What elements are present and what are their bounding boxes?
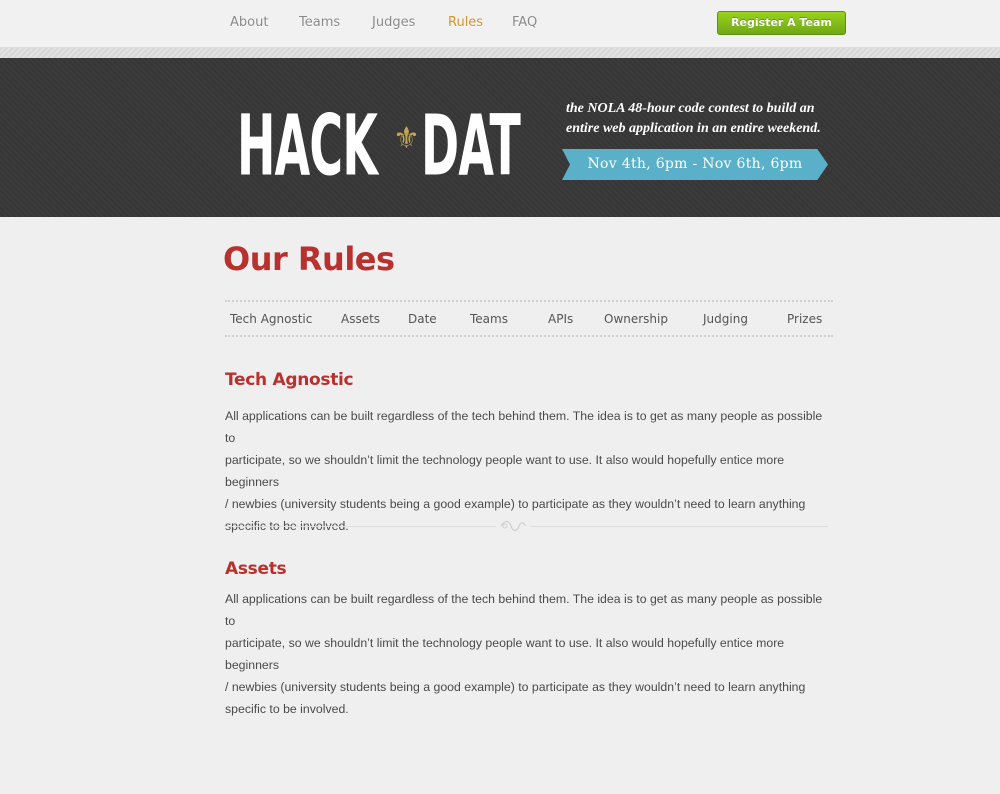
rules-tab-teams[interactable]: Teams — [470, 312, 508, 326]
top-navigation: About Teams Judges Rules FAQ Register A … — [0, 0, 1000, 48]
section-body-assets: All applications can be built regardless… — [225, 588, 835, 720]
section-heading-tech-agnostic: Tech Agnostic — [225, 370, 354, 390]
nav-link-judges[interactable]: Judges — [372, 15, 415, 30]
rules-tab-apis[interactable]: APIs — [548, 312, 573, 326]
section-divider-left — [224, 526, 496, 527]
nav-link-about[interactable]: About — [230, 15, 268, 30]
logo-dat-text: DAT — [421, 96, 521, 195]
page-title: Our Rules — [223, 240, 395, 278]
fleur-de-lis-icon: ⚜ — [393, 122, 420, 155]
body-line: participate, so we shouldn’t limit the t… — [225, 636, 785, 672]
nav-link-rules[interactable]: Rules — [448, 15, 483, 30]
event-dates-ribbon: Nov 4th, 6pm - Nov 6th, 6pm — [562, 149, 828, 180]
body-line: / newbies (university students being a g… — [225, 497, 806, 511]
tagline-line-1: the NOLA 48-hour code contest to build a… — [566, 101, 815, 116]
section-divider-right — [530, 526, 828, 527]
rules-tab-prizes[interactable]: Prizes — [787, 312, 822, 326]
rules-tab-ownership[interactable]: Ownership — [604, 312, 668, 326]
nav-link-faq[interactable]: FAQ — [512, 15, 537, 30]
nav-shadow-strip — [0, 48, 1000, 58]
rules-tab-date[interactable]: Date — [408, 312, 437, 326]
logo-hack-text: HACK — [237, 96, 378, 195]
rules-tab-tech-agnostic[interactable]: Tech Agnostic — [230, 312, 312, 326]
rules-tab-assets[interactable]: Assets — [341, 312, 380, 326]
register-team-button[interactable]: Register A Team — [717, 11, 846, 35]
rules-tab-judging[interactable]: Judging — [703, 312, 748, 326]
section-body-tech-agnostic: All applications can be built regardless… — [225, 405, 835, 537]
nav-link-teams[interactable]: Teams — [299, 15, 340, 30]
divider-ornament-icon — [500, 520, 526, 532]
body-line: participate, so we shouldn’t limit the t… — [225, 453, 785, 489]
tagline-line-2: entire web application in an entire week… — [566, 121, 821, 136]
section-heading-assets: Assets — [225, 559, 287, 579]
body-line: specific to be involved. — [225, 702, 349, 716]
body-line: / newbies (university students being a g… — [225, 680, 806, 694]
body-line: All applications can be built regardless… — [225, 409, 823, 445]
banner-tagline: the NOLA 48-hour code contest to build a… — [566, 99, 836, 139]
rules-subnav: Tech Agnostic Assets Date Teams APIs Own… — [225, 300, 833, 337]
body-line: All applications can be built regardless… — [225, 592, 823, 628]
